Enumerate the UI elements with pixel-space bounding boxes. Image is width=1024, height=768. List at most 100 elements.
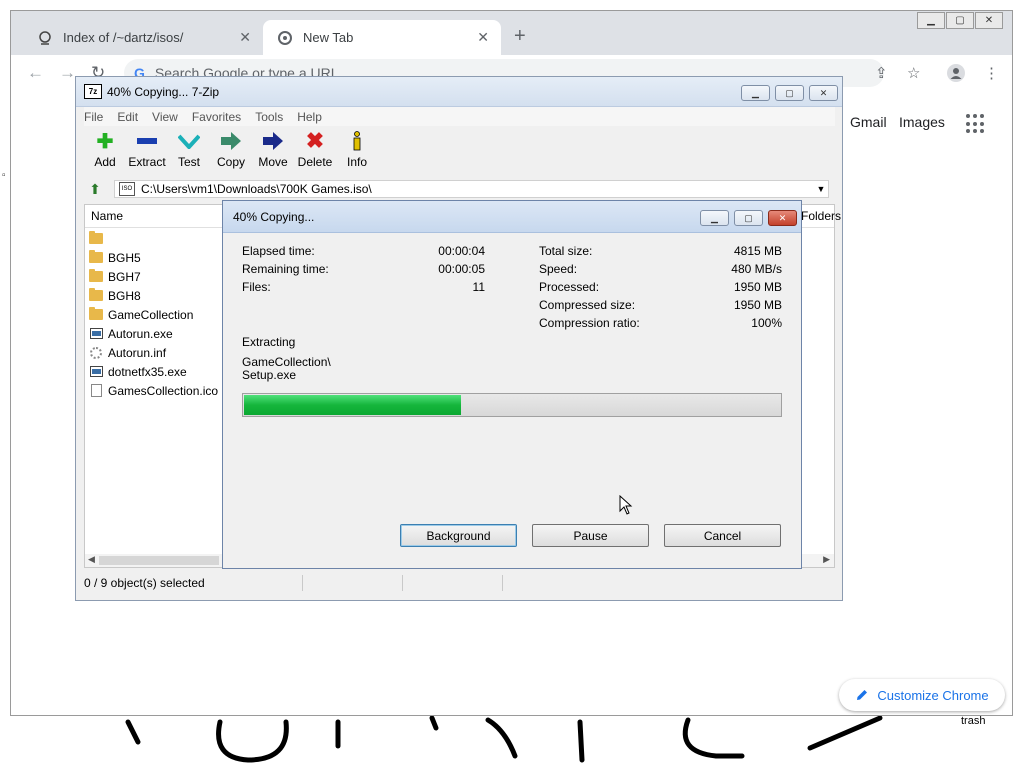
status-divider	[502, 575, 503, 591]
address-combo[interactable]: ISO C:\Users\vm1\Downloads\700K Games.is…	[114, 180, 829, 198]
new-tab-plus-icon[interactable]: +	[514, 25, 526, 48]
back-arrow-icon[interactable]: ←	[27, 63, 44, 83]
list-item[interactable]: GamesCollection.ico	[89, 381, 218, 400]
cancel-button[interactable]: Cancel	[664, 524, 781, 547]
close-tab-icon[interactable]: ✕	[239, 29, 251, 46]
menu-edit[interactable]: Edit	[117, 110, 138, 124]
settings-file-icon	[89, 346, 103, 360]
files-value: 11	[472, 280, 485, 294]
tab-new-tab[interactable]: New Tab ✕	[263, 20, 501, 55]
exe-file-icon	[89, 365, 103, 379]
list-item[interactable]: BGH8	[89, 286, 141, 305]
background-button[interactable]: Background	[400, 524, 517, 547]
copy-button[interactable]: Copy	[210, 130, 252, 174]
customize-chrome-button[interactable]: Customize Chrome	[839, 679, 1005, 711]
compressed-size-value: 1950 MB	[733, 298, 782, 312]
dialog-title: 40% Copying...	[233, 209, 315, 224]
delete-button[interactable]: ✖ Delete	[294, 128, 336, 174]
pause-button[interactable]: Pause	[532, 524, 649, 547]
folder-icon	[89, 307, 103, 322]
elapsed-time-value: 00:00:04	[438, 244, 485, 258]
gmail-link[interactable]: Gmail	[850, 114, 887, 130]
remaining-time-label: Remaining time:	[242, 262, 329, 276]
menu-file[interactable]: File	[84, 110, 103, 124]
menu-help[interactable]: Help	[297, 110, 322, 124]
list-item[interactable]: GameCollection	[89, 305, 193, 324]
status-divider	[402, 575, 403, 591]
folder-up-icon[interactable]: ⬆	[84, 180, 106, 198]
operation-label: Extracting	[242, 335, 296, 349]
edge-mark: ▫	[2, 170, 6, 181]
close-icon[interactable]: ✕	[768, 210, 797, 226]
maximize-icon[interactable]: ▢	[734, 210, 763, 226]
scrollbar-thumb[interactable]	[99, 556, 219, 565]
share-icon[interactable]: ⇪	[875, 64, 888, 82]
close-icon[interactable]: ✕	[975, 12, 1003, 29]
info-icon	[351, 130, 363, 152]
chrome-menu-icon[interactable]: ⋮	[984, 64, 999, 82]
7zip-titlebar[interactable]: 7z 40% Copying... 7-Zip ▁ ▢ ✕	[76, 77, 842, 107]
menu-view[interactable]: View	[152, 110, 178, 124]
list-item[interactable]: BGH5	[89, 248, 141, 267]
status-bar: 0 / 9 object(s) selected	[84, 573, 835, 593]
test-button[interactable]: Test	[168, 130, 210, 174]
address-path: C:\Users\vm1\Downloads\700K Games.iso\	[141, 182, 372, 196]
list-item[interactable]: Autorun.exe	[89, 324, 173, 343]
minus-icon	[137, 130, 157, 152]
total-size-value: 4815 MB	[733, 244, 782, 258]
list-item[interactable]: BGH7	[89, 267, 141, 286]
close-icon[interactable]: ✕	[809, 85, 838, 101]
status-divider	[302, 575, 303, 591]
scroll-right-icon[interactable]: ▶	[823, 554, 830, 565]
bookmark-star-icon[interactable]: ☆	[907, 64, 920, 82]
forward-arrow-icon[interactable]: →	[59, 63, 76, 83]
compression-ratio-label: Compression ratio:	[539, 316, 640, 330]
maximize-icon[interactable]: ▢	[775, 85, 804, 101]
exe-file-icon	[89, 327, 103, 341]
iso-file-icon: ISO	[119, 182, 135, 196]
tab-index-of-isos[interactable]: Index of /~dartz/isos/ ✕	[23, 20, 263, 55]
compressed-size-label: Compressed size:	[539, 298, 636, 312]
check-icon	[178, 130, 200, 152]
list-item[interactable]	[89, 229, 108, 248]
close-tab-icon[interactable]: ✕	[477, 29, 489, 46]
compression-ratio-value: 100%	[751, 316, 782, 330]
menu-favorites[interactable]: Favorites	[192, 110, 241, 124]
images-link[interactable]: Images	[899, 114, 945, 130]
info-button[interactable]: Info	[336, 130, 378, 174]
7zip-toolbar: ✚ Add Extract Test Copy Move ✖ Delete In…	[84, 128, 378, 174]
address-row: ⬆ ISO C:\Users\vm1\Downloads\700K Games.…	[84, 179, 835, 199]
maximize-icon[interactable]: ▢	[946, 12, 974, 29]
total-size-label: Total size:	[539, 244, 593, 258]
speed-value: 480 MB/s	[731, 262, 782, 276]
list-item[interactable]: dotnetfx35.exe	[89, 362, 187, 381]
column-header-name[interactable]: Name	[91, 209, 123, 223]
add-button[interactable]: ✚ Add	[84, 130, 126, 174]
7zip-menu-bar: File Edit View Favorites Tools Help	[84, 107, 336, 126]
current-path-folder: GameCollection\	[242, 355, 331, 369]
tab-strip: Index of /~dartz/isos/ ✕ New Tab ✕ + ▁ ▢…	[11, 11, 1012, 55]
folder-icon	[89, 288, 103, 303]
speed-label: Speed:	[539, 262, 578, 276]
move-button[interactable]: Move	[252, 130, 294, 174]
minimize-icon[interactable]: ▁	[700, 210, 729, 226]
minimize-icon[interactable]: ▁	[917, 12, 945, 29]
minimize-icon[interactable]: ▁	[741, 85, 770, 101]
extract-button[interactable]: Extract	[126, 130, 168, 174]
dialog-titlebar[interactable]: 40% Copying... ▁ ▢ ✕	[223, 201, 801, 233]
chevron-down-icon[interactable]: ▼	[814, 184, 828, 194]
profile-avatar-icon[interactable]	[947, 64, 965, 86]
files-label: Files:	[242, 280, 271, 294]
7zip-app-icon: 7z	[84, 84, 102, 99]
x-icon: ✖	[305, 128, 325, 153]
tab-label: New Tab	[303, 30, 354, 45]
column-header-folders[interactable]: Folders	[801, 209, 841, 223]
chrome-favicon-icon	[277, 30, 293, 46]
scroll-left-icon[interactable]: ◀	[88, 554, 95, 565]
tab-label: Index of /~dartz/isos/	[63, 30, 184, 45]
7zip-window-controls: ▁ ▢ ✕	[736, 85, 838, 101]
google-apps-icon[interactable]	[966, 114, 986, 134]
menu-tools[interactable]: Tools	[255, 110, 283, 124]
page-favicon-icon	[37, 30, 53, 46]
list-item[interactable]: Autorun.inf	[89, 343, 166, 362]
